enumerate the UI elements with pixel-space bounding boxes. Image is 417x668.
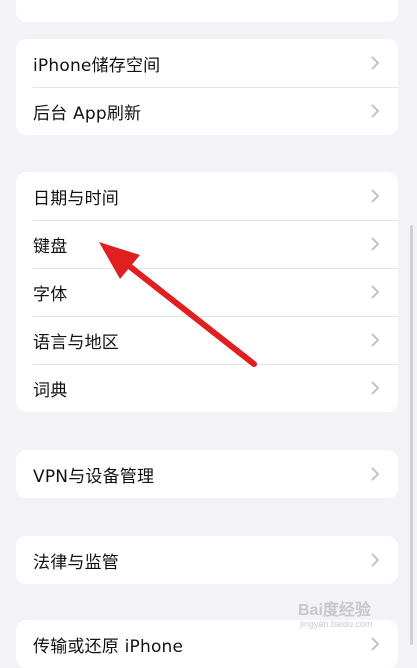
watermark-logo: Bai度经验 — [298, 602, 371, 619]
row-label: 词典 — [33, 380, 68, 401]
row-label: 法律与监管 — [33, 552, 119, 573]
chevron-right-icon — [371, 553, 380, 567]
chevron-right-icon — [371, 467, 380, 481]
settings-row-language-region[interactable]: 语言与地区 — [16, 316, 398, 364]
chevron-right-icon — [371, 237, 380, 251]
settings-row-keyboard[interactable]: 键盘 — [16, 220, 398, 268]
legal-group: 法律与监管 — [16, 536, 398, 584]
settings-row-date-time[interactable]: 日期与时间 — [16, 172, 398, 220]
settings-row-legal-regulatory[interactable]: 法律与监管 — [16, 536, 398, 584]
vpn-group: VPN与设备管理 — [16, 450, 398, 498]
chevron-right-icon — [371, 285, 380, 299]
row-label: 后台 App刷新 — [33, 103, 142, 124]
settings-row-dictionary[interactable]: 词典 — [16, 364, 398, 412]
watermark-url: jingyan.baidu.com — [300, 619, 373, 629]
locale-group: 日期与时间 键盘 字体 语言与地区 词典 — [16, 172, 398, 412]
settings-row-background-app-refresh[interactable]: 后台 App刷新 — [16, 87, 398, 135]
chevron-right-icon — [371, 189, 380, 203]
row-label: 日期与时间 — [33, 188, 119, 209]
storage-group: iPhone储存空间 后台 App刷新 — [16, 39, 398, 135]
row-label: 语言与地区 — [33, 332, 119, 353]
settings-row-iphone-storage[interactable]: iPhone储存空间 — [16, 39, 398, 87]
top-partial-card — [16, 0, 398, 22]
row-label: VPN与设备管理 — [33, 466, 155, 487]
settings-row-fonts[interactable]: 字体 — [16, 268, 398, 316]
settings-row-vpn-device-management[interactable]: VPN与设备管理 — [16, 450, 398, 498]
chevron-right-icon — [371, 333, 380, 347]
chevron-right-icon — [371, 104, 380, 118]
chevron-right-icon — [371, 56, 380, 70]
chevron-right-icon — [371, 381, 380, 395]
row-label: iPhone储存空间 — [33, 55, 161, 76]
scroll-indicator[interactable] — [410, 225, 413, 645]
row-label: 传输或还原 iPhone — [33, 636, 184, 657]
row-label: 字体 — [33, 284, 68, 305]
row-label: 键盘 — [33, 236, 68, 257]
